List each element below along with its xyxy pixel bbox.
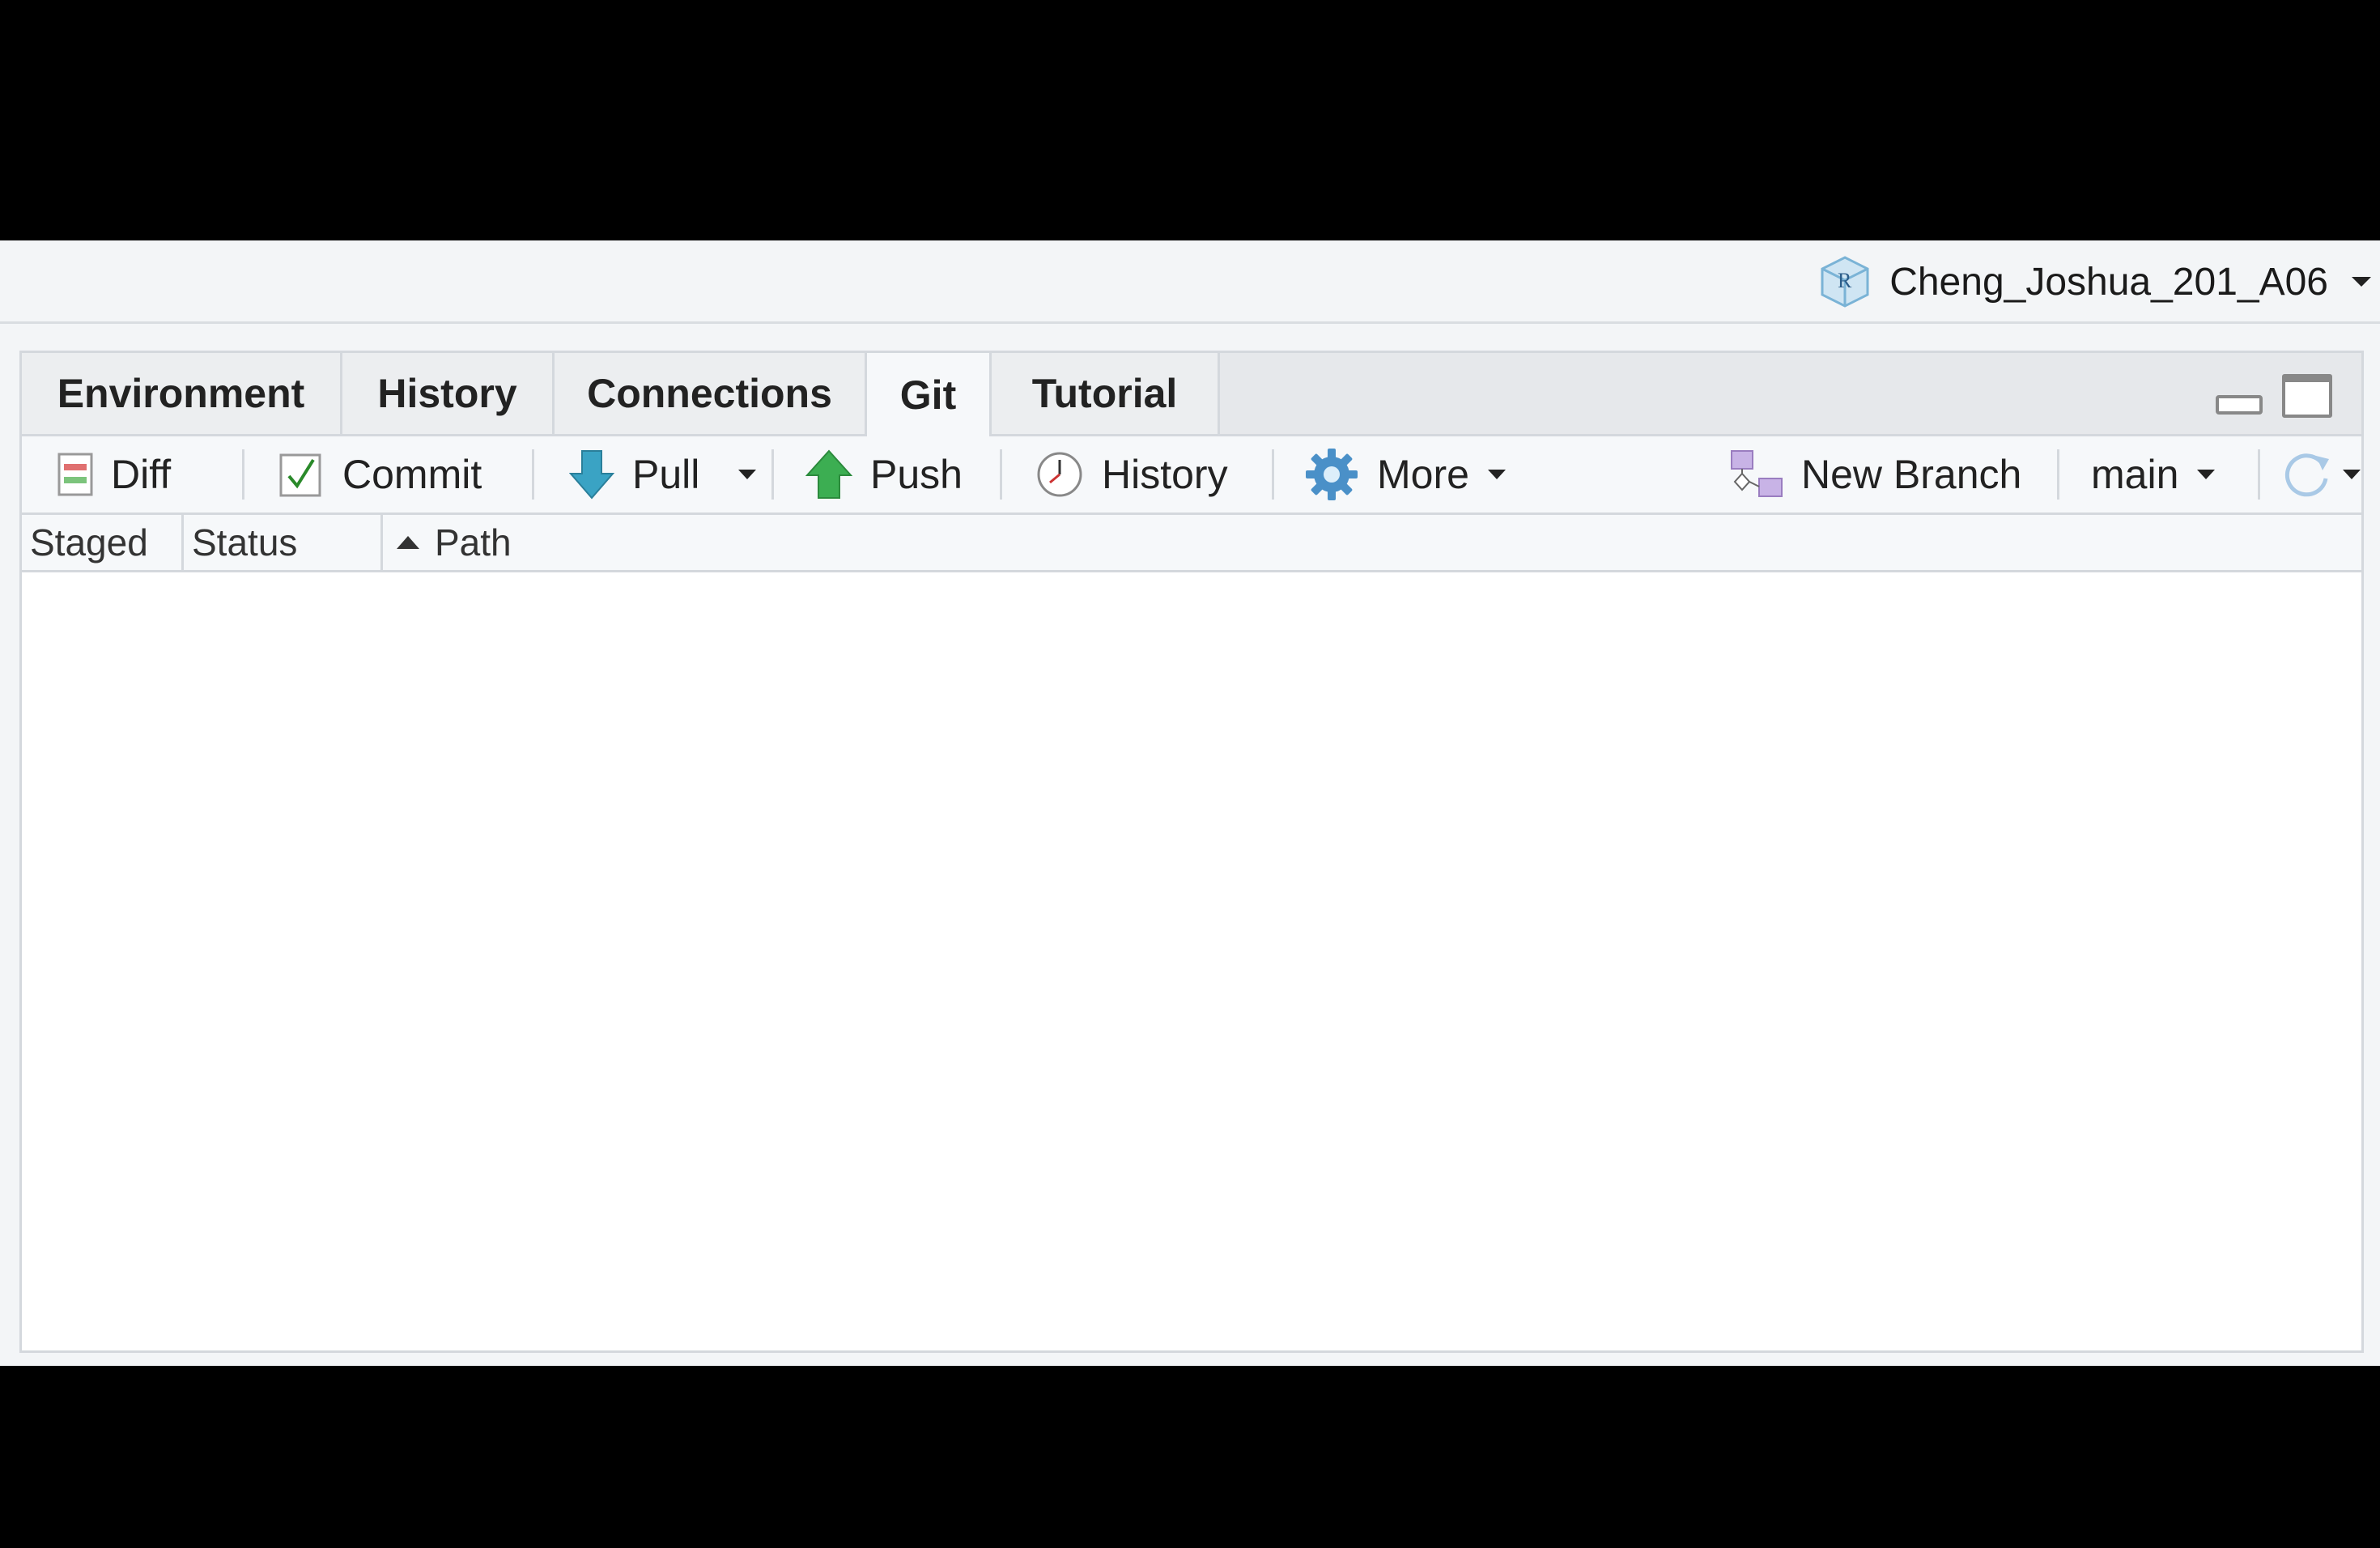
push-arrow-icon	[805, 449, 852, 499]
file-table-header: Staged Status Path	[22, 515, 2361, 572]
pane-tab-bar: Environment History Connections Git Tuto…	[22, 353, 2361, 436]
branch-icon	[1731, 450, 1783, 497]
sort-ascending-icon	[397, 536, 419, 549]
pane-window-controls	[2216, 374, 2332, 418]
pull-button[interactable]: Pull	[569, 436, 699, 512]
branch-name: main	[2091, 452, 2179, 497]
diff-button[interactable]: Diff	[57, 436, 171, 512]
pull-arrow-icon	[569, 450, 614, 500]
history-label: History	[1102, 452, 1228, 497]
more-button[interactable]: More	[1304, 436, 1507, 512]
clock-icon	[1037, 452, 1082, 497]
column-status[interactable]: Status	[184, 515, 383, 570]
new-branch-button[interactable]: New Branch	[1728, 436, 2021, 512]
branch-selector[interactable]: main	[2091, 436, 2216, 512]
tab-connections[interactable]: Connections	[555, 353, 867, 434]
history-button[interactable]: History	[1035, 436, 1228, 512]
gear-icon	[1306, 449, 1358, 500]
minimize-pane-button[interactable]	[2216, 395, 2263, 415]
chevron-down-icon	[1487, 470, 1506, 479]
refresh-button[interactable]	[2280, 436, 2361, 512]
project-name: Cheng_Joshua_201_A06	[1889, 260, 2328, 304]
git-toolbar: Diff Commit Pull Push History More New B…	[22, 436, 2361, 515]
tab-history[interactable]: History	[342, 353, 555, 434]
commit-checkbox-icon	[279, 453, 321, 497]
push-button[interactable]: Push	[805, 436, 963, 512]
refresh-icon	[2284, 453, 2329, 497]
column-staged[interactable]: Staged	[22, 515, 184, 570]
toolbar-divider	[2057, 449, 2059, 500]
toolbar-divider	[242, 449, 244, 500]
git-pane: Environment History Connections Git Tuto…	[19, 351, 2364, 1353]
path-label: Path	[435, 521, 512, 563]
pull-label: Pull	[632, 452, 700, 497]
svg-text:R: R	[1838, 269, 1852, 292]
diff-icon	[57, 453, 93, 496]
column-path[interactable]: Path	[383, 515, 869, 570]
project-menu[interactable]: R Cheng_Joshua_201_A06	[1818, 256, 2372, 308]
toolbar-divider	[771, 449, 774, 500]
pull-dropdown-icon[interactable]	[737, 469, 757, 480]
toolbar-divider	[1272, 449, 1274, 500]
project-bar: R Cheng_Joshua_201_A06	[0, 240, 2380, 324]
tab-tutorial[interactable]: Tutorial	[992, 353, 1220, 434]
rstudio-window: R Cheng_Joshua_201_A06 Environment Histo…	[0, 240, 2380, 1366]
more-label: More	[1377, 452, 1469, 497]
diff-label: Diff	[111, 452, 172, 497]
toolbar-divider	[2258, 449, 2260, 500]
chevron-down-icon	[2197, 470, 2216, 479]
commit-label: Commit	[342, 452, 482, 497]
changed-files-list	[22, 572, 2361, 1350]
chevron-down-icon	[2343, 470, 2361, 479]
tab-environment[interactable]: Environment	[22, 353, 342, 434]
chevron-down-icon[interactable]	[2351, 275, 2372, 288]
r-project-cube-icon: R	[1821, 256, 1869, 308]
push-label: Push	[870, 452, 963, 497]
commit-button[interactable]: Commit	[276, 436, 482, 512]
toolbar-divider	[1000, 449, 1002, 500]
toolbar-divider	[532, 449, 534, 500]
maximize-pane-button[interactable]	[2282, 374, 2332, 418]
tab-git[interactable]: Git	[867, 353, 992, 436]
new-branch-label: New Branch	[1801, 452, 2022, 497]
